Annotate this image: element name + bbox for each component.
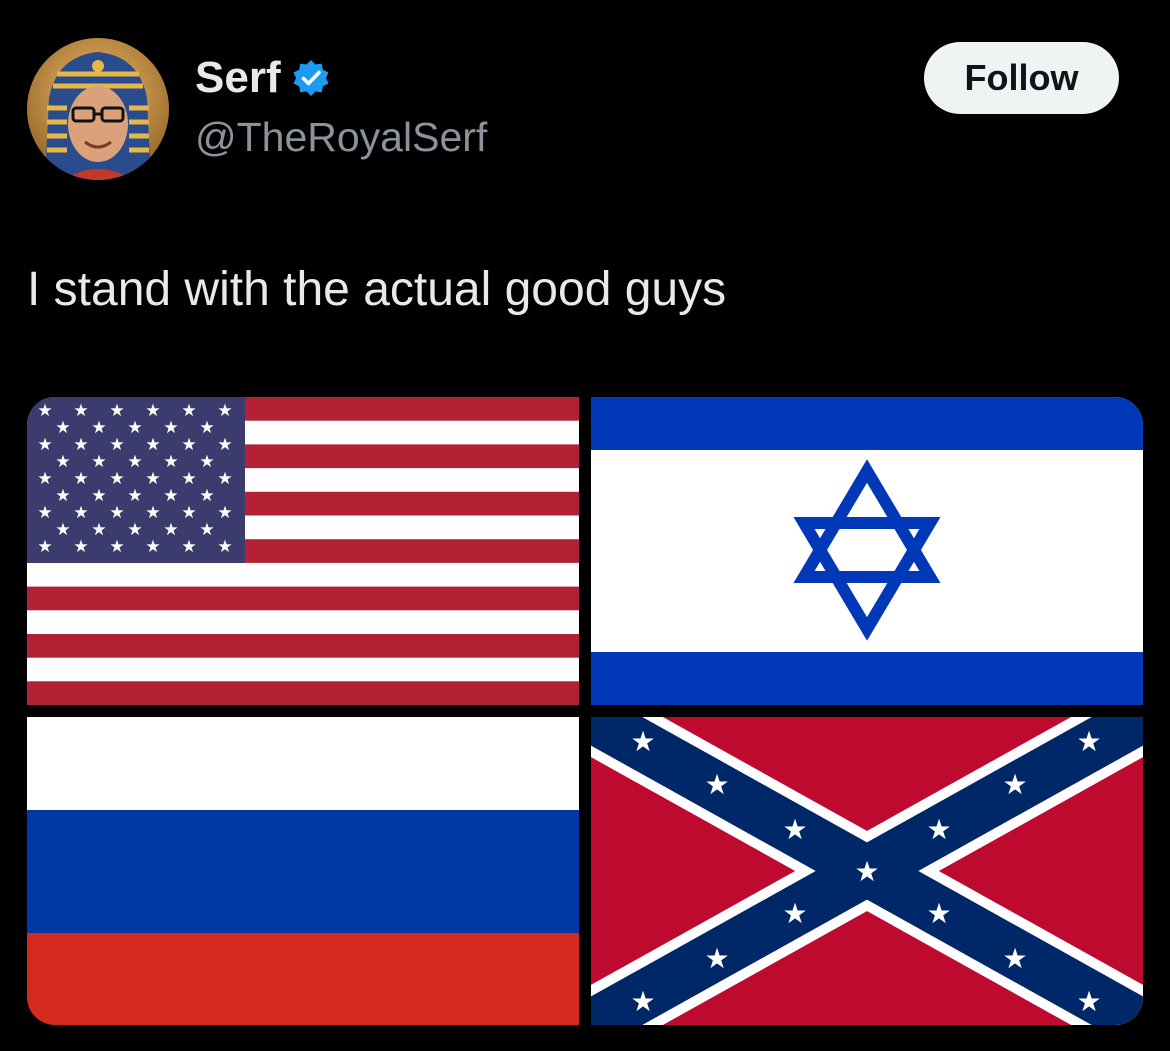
svg-text:★: ★ — [217, 503, 232, 523]
svg-text:★: ★ — [145, 401, 160, 421]
russia-flag[interactable] — [27, 717, 579, 1025]
svg-text:★: ★ — [145, 503, 160, 523]
svg-text:★: ★ — [704, 768, 729, 801]
svg-text:★: ★ — [217, 401, 232, 421]
svg-text:★: ★ — [199, 418, 214, 438]
svg-text:★: ★ — [91, 418, 106, 438]
svg-text:★: ★ — [73, 401, 88, 421]
svg-text:★: ★ — [181, 401, 196, 421]
svg-text:★: ★ — [704, 942, 729, 975]
svg-text:★: ★ — [181, 503, 196, 523]
svg-text:★: ★ — [782, 813, 807, 846]
svg-text:★: ★ — [55, 418, 70, 438]
confederate-battle-flag-image: ★ ★ ★ ★ ★ ★ ★ ★ ★ ★ ★ ★ ★ — [591, 717, 1143, 1025]
svg-text:★: ★ — [199, 520, 214, 540]
user-handle[interactable]: @TheRoyalSerf — [195, 114, 487, 161]
svg-text:★: ★ — [181, 435, 196, 455]
svg-text:★: ★ — [854, 855, 879, 888]
svg-text:★: ★ — [73, 469, 88, 489]
svg-text:★: ★ — [73, 503, 88, 523]
display-name[interactable]: Serf — [195, 53, 281, 103]
svg-text:★: ★ — [926, 813, 951, 846]
confederate-battle-flag[interactable]: ★ ★ ★ ★ ★ ★ ★ ★ ★ ★ ★ ★ ★ — [591, 717, 1143, 1025]
svg-text:★: ★ — [109, 435, 124, 455]
svg-text:★: ★ — [91, 452, 106, 472]
united-states-flag-image: ★ ★ ★ ★ ★ ★ ★ ★ ★ ★ ★ ★ ★ ★ ★ ★ ★ ★ ★ ★ ★ ★ ★ ★ ★ ★ ★ ★ ★ ★ ★ ★ ★ ★… — [27, 397, 579, 705]
svg-text:★: ★ — [1076, 985, 1101, 1018]
pharaoh-avatar-image — [27, 38, 169, 180]
svg-text:★: ★ — [91, 486, 106, 506]
svg-text:★: ★ — [145, 469, 160, 489]
svg-text:★: ★ — [926, 897, 951, 930]
svg-text:★: ★ — [145, 435, 160, 455]
svg-text:★: ★ — [73, 537, 88, 557]
united-states-flag[interactable]: ★ ★ ★ ★ ★ ★ ★ ★ ★ ★ ★ ★ ★ ★ ★ ★ ★ ★ ★ ★ ★ ★ ★ ★ ★ ★ ★ ★ ★ ★ ★ ★ ★ ★… — [27, 397, 579, 705]
svg-text:★: ★ — [163, 418, 178, 438]
media-grid[interactable]: ★ ★ ★ ★ ★ ★ ★ ★ ★ ★ ★ ★ ★ ★ ★ ★ ★ ★ ★ ★ ★ ★ ★ ★ ★ ★ ★ ★ ★ ★ ★ ★ ★ ★… — [27, 397, 1143, 1025]
svg-text:★: ★ — [163, 452, 178, 472]
svg-text:★: ★ — [163, 520, 178, 540]
svg-text:★: ★ — [217, 435, 232, 455]
user-name-row[interactable]: Serf — [195, 52, 331, 104]
svg-text:★: ★ — [181, 469, 196, 489]
svg-text:★: ★ — [73, 435, 88, 455]
svg-text:★: ★ — [127, 486, 142, 506]
verified-badge-icon — [293, 60, 329, 96]
svg-text:★: ★ — [37, 435, 52, 455]
svg-text:★: ★ — [145, 537, 160, 557]
svg-text:★: ★ — [127, 418, 142, 438]
svg-text:★: ★ — [199, 452, 214, 472]
svg-text:★: ★ — [1076, 725, 1101, 758]
svg-text:★: ★ — [37, 469, 52, 489]
svg-text:★: ★ — [217, 537, 232, 557]
svg-text:★: ★ — [199, 486, 214, 506]
svg-text:★: ★ — [55, 486, 70, 506]
svg-text:★: ★ — [1002, 942, 1027, 975]
svg-text:★: ★ — [55, 452, 70, 472]
svg-text:★: ★ — [630, 725, 655, 758]
svg-text:★: ★ — [91, 520, 106, 540]
svg-text:★: ★ — [55, 520, 70, 540]
svg-text:★: ★ — [37, 537, 52, 557]
svg-text:★: ★ — [127, 520, 142, 540]
svg-text:★: ★ — [109, 503, 124, 523]
svg-text:★: ★ — [109, 401, 124, 421]
svg-text:★: ★ — [630, 985, 655, 1018]
israel-flag[interactable] — [591, 397, 1143, 705]
svg-text:★: ★ — [181, 537, 196, 557]
follow-button[interactable]: Follow — [924, 42, 1119, 114]
russia-flag-image — [27, 717, 579, 1025]
svg-text:★: ★ — [37, 503, 52, 523]
svg-text:★: ★ — [109, 469, 124, 489]
svg-text:★: ★ — [1002, 768, 1027, 801]
tweet-text: I stand with the actual good guys — [27, 263, 727, 316]
svg-text:★: ★ — [782, 897, 807, 930]
svg-text:★: ★ — [127, 452, 142, 472]
israel-flag-image — [591, 397, 1143, 705]
svg-text:★: ★ — [109, 537, 124, 557]
svg-text:★: ★ — [37, 401, 52, 421]
avatar[interactable] — [27, 38, 169, 180]
svg-text:★: ★ — [217, 469, 232, 489]
svg-text:★: ★ — [163, 486, 178, 506]
